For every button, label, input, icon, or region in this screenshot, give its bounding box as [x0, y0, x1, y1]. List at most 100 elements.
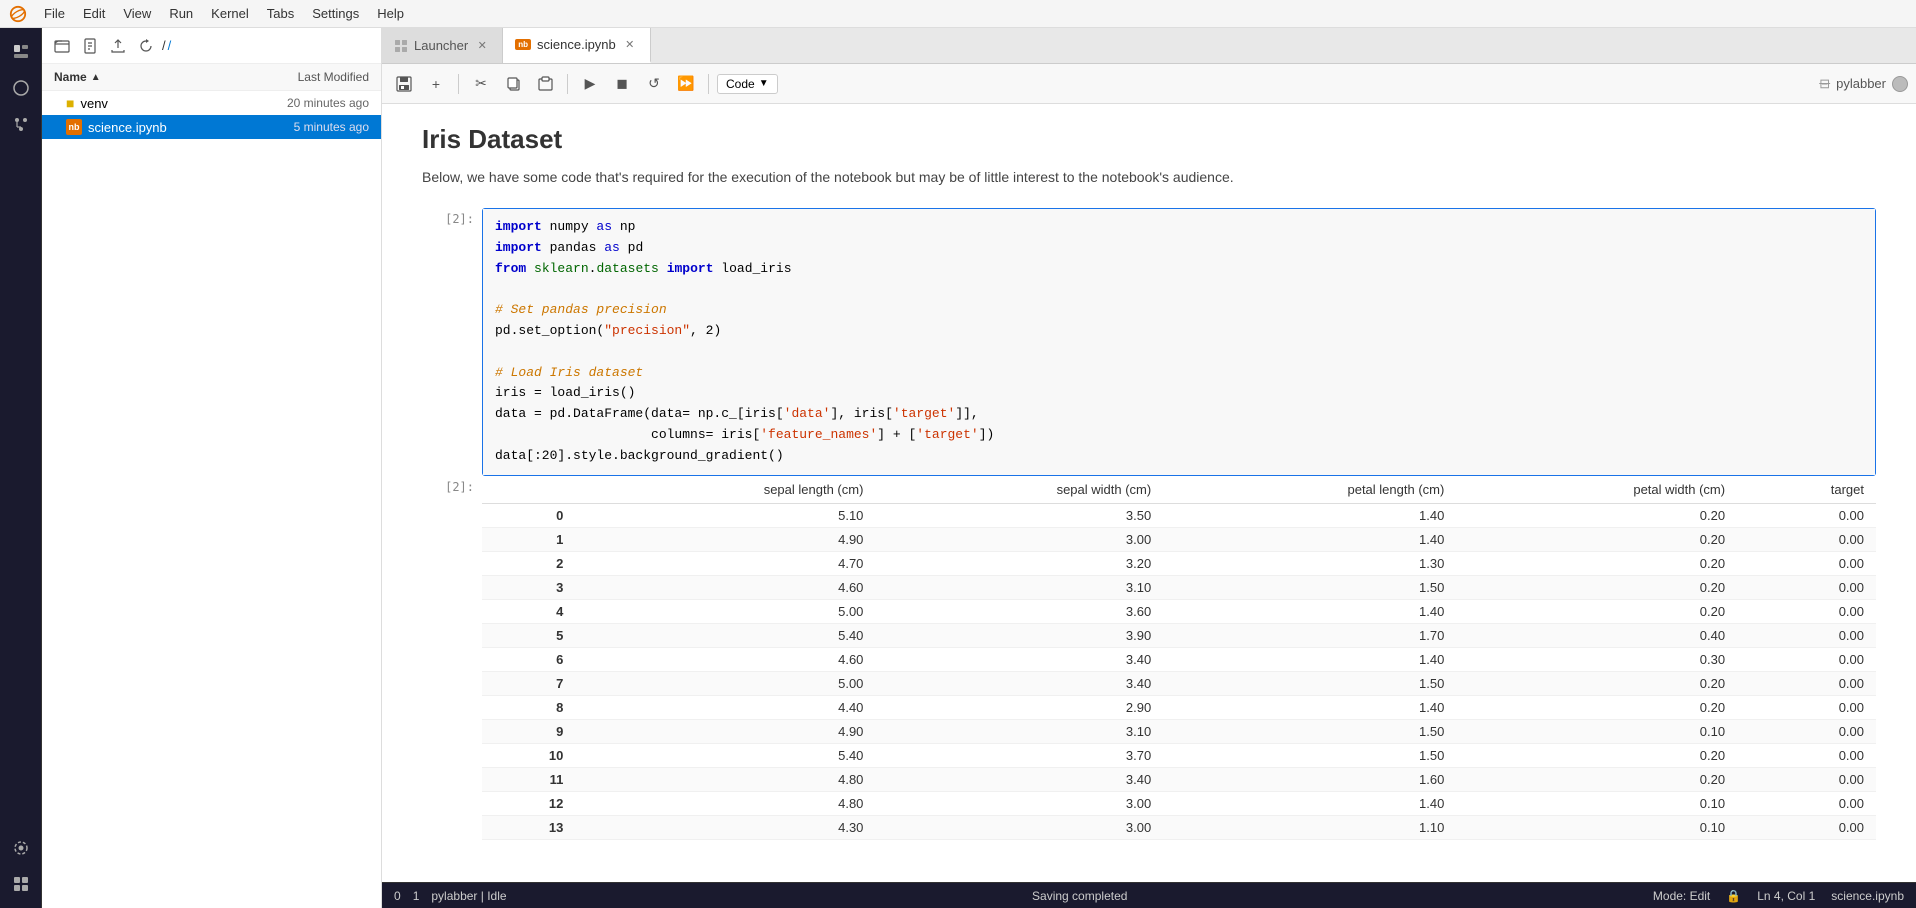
- sidebar-files-btn[interactable]: [5, 36, 37, 68]
- status-position: Ln 4, Col 1: [1757, 889, 1815, 903]
- menu-run[interactable]: Run: [161, 4, 201, 23]
- notebook-name-science: nb science.ipynb: [66, 119, 167, 135]
- file-time-science: 5 minutes ago: [294, 120, 369, 134]
- stop-btn[interactable]: ◼: [608, 70, 636, 98]
- status-kernel-idle: pylabber | Idle: [431, 889, 506, 903]
- status-right: Mode: Edit 🔒 Ln 4, Col 1 science.ipynb: [1653, 889, 1904, 903]
- table-row: 05.103.501.400.200.00: [482, 503, 1876, 527]
- user-avatar: [1892, 76, 1908, 92]
- refresh-btn[interactable]: [134, 34, 158, 58]
- menu-bar: File Edit View Run Kernel Tabs Settings …: [0, 0, 1916, 28]
- sidebar-extensions-btn[interactable]: [5, 868, 37, 900]
- run-btn[interactable]: ▶: [576, 70, 604, 98]
- sidebar-circle-btn[interactable]: [5, 72, 37, 104]
- sep3: [708, 74, 709, 94]
- menu-help[interactable]: Help: [369, 4, 412, 23]
- launcher-icon: [394, 39, 408, 53]
- sidebar-git-btn[interactable]: [5, 108, 37, 140]
- cut-btn[interactable]: ✂: [467, 70, 495, 98]
- file-path: / /: [162, 38, 171, 53]
- menu-view[interactable]: View: [115, 4, 159, 23]
- notebook-icon-science: nb: [66, 119, 82, 135]
- table-row: 34.603.101.500.200.00: [482, 575, 1876, 599]
- add-cell-btn[interactable]: +: [422, 70, 450, 98]
- fast-forward-btn[interactable]: ⏩: [672, 70, 700, 98]
- status-zero: 0: [394, 889, 401, 903]
- table-row: 24.703.201.300.200.00: [482, 551, 1876, 575]
- table-row: 64.603.401.400.300.00: [482, 647, 1876, 671]
- tab-science[interactable]: nb science.ipynb ✕: [503, 28, 651, 63]
- sep1: [458, 74, 459, 94]
- status-bar: 0 1 pylabber | Idle Saving completed Mod…: [382, 882, 1916, 908]
- iris-table: sepal length (cm) sepal width (cm) petal…: [482, 476, 1876, 840]
- tab-science-close[interactable]: ✕: [622, 37, 638, 53]
- cell-gutter: [2]:: [422, 208, 482, 476]
- output-cell: [2]: sepal length (cm) sepal width (cm) …: [422, 476, 1876, 840]
- row-index: 4: [482, 599, 575, 623]
- copy-btn[interactable]: [499, 70, 527, 98]
- menu-settings[interactable]: Settings: [304, 4, 367, 23]
- file-toolbar: / /: [42, 28, 381, 64]
- notebook-title: Iris Dataset: [422, 124, 1876, 155]
- cell-code-block[interactable]: import numpy as np import pandas as pd f…: [483, 209, 1875, 475]
- table-row: 105.403.701.500.200.00: [482, 743, 1876, 767]
- table-row: 45.003.601.400.200.00: [482, 599, 1876, 623]
- row-index: 11: [482, 767, 575, 791]
- main-area: / / Name ▲ Last Modified ■ venv 20 minut…: [0, 28, 1916, 908]
- file-sort-name[interactable]: Name ▲: [54, 70, 101, 84]
- tab-launcher[interactable]: Launcher ✕: [382, 28, 503, 63]
- row-index: 0: [482, 503, 575, 527]
- sep2: [567, 74, 568, 94]
- folder-name-venv: ■ venv: [66, 95, 108, 111]
- th-target: target: [1737, 476, 1876, 504]
- table-row: 124.803.001.400.100.00: [482, 791, 1876, 815]
- status-one: 1: [413, 889, 420, 903]
- status-center: Saving completed: [507, 889, 1653, 903]
- menu-file[interactable]: File: [36, 4, 73, 23]
- status-mode: Mode: Edit: [1653, 889, 1710, 903]
- output-gutter: [2]:: [422, 476, 482, 840]
- menu-tabs[interactable]: Tabs: [259, 4, 302, 23]
- row-index: 10: [482, 743, 575, 767]
- upload-btn[interactable]: [106, 34, 130, 58]
- row-index: 13: [482, 815, 575, 839]
- row-index: 7: [482, 671, 575, 695]
- table-row: 55.403.901.700.400.00: [482, 623, 1876, 647]
- th-sepal-width: sepal width (cm): [875, 476, 1163, 504]
- file-row-science[interactable]: nb science.ipynb 5 minutes ago: [42, 115, 381, 139]
- new-file-btn[interactable]: [78, 34, 102, 58]
- notebook-toolbar: + ✂ ▶ ◼ ↺ ⏩ Code ▼ ⊟ pylabber: [382, 64, 1916, 104]
- cell-type-select[interactable]: Code ▼: [717, 74, 778, 94]
- paste-btn[interactable]: [531, 70, 559, 98]
- notebook-tab-icon: nb: [515, 39, 531, 50]
- icon-sidebar: [0, 28, 42, 908]
- app-logo: [8, 4, 28, 24]
- file-time-venv: 20 minutes ago: [287, 96, 369, 110]
- th-petal-width: petal width (cm): [1456, 476, 1737, 504]
- sidebar-settings-btn[interactable]: [5, 832, 37, 864]
- file-list: ■ venv 20 minutes ago nb science.ipynb 5…: [42, 91, 381, 908]
- tab-launcher-close[interactable]: ✕: [474, 38, 490, 54]
- status-filename: science.ipynb: [1831, 889, 1904, 903]
- notebook-description: Below, we have some code that's required…: [422, 167, 1876, 188]
- code-cell[interactable]: [2]: import numpy as np import pandas as…: [422, 208, 1876, 476]
- folder-icon-venv: ■: [66, 95, 74, 111]
- file-panel: / / Name ▲ Last Modified ■ venv 20 minut…: [42, 28, 382, 908]
- status-left: 0 1 pylabber | Idle: [394, 889, 507, 903]
- file-sort-modified[interactable]: Last Modified: [298, 70, 369, 84]
- row-index: 5: [482, 623, 575, 647]
- row-index: 1: [482, 527, 575, 551]
- table-row: 84.402.901.400.200.00: [482, 695, 1876, 719]
- restart-btn[interactable]: ↺: [640, 70, 668, 98]
- menu-edit[interactable]: Edit: [75, 4, 113, 23]
- cell-code-area[interactable]: import numpy as np import pandas as pd f…: [482, 208, 1876, 476]
- table-row: 114.803.401.600.200.00: [482, 767, 1876, 791]
- new-folder-btn[interactable]: [50, 34, 74, 58]
- table-row: 75.003.401.500.200.00: [482, 671, 1876, 695]
- save-btn[interactable]: [390, 70, 418, 98]
- row-index: 2: [482, 551, 575, 575]
- file-row-venv[interactable]: ■ venv 20 minutes ago: [42, 91, 381, 115]
- tab-bar: Launcher ✕ nb science.ipynb ✕: [382, 28, 1916, 64]
- menu-kernel[interactable]: Kernel: [203, 4, 257, 23]
- content-area: Launcher ✕ nb science.ipynb ✕ + ✂: [382, 28, 1916, 908]
